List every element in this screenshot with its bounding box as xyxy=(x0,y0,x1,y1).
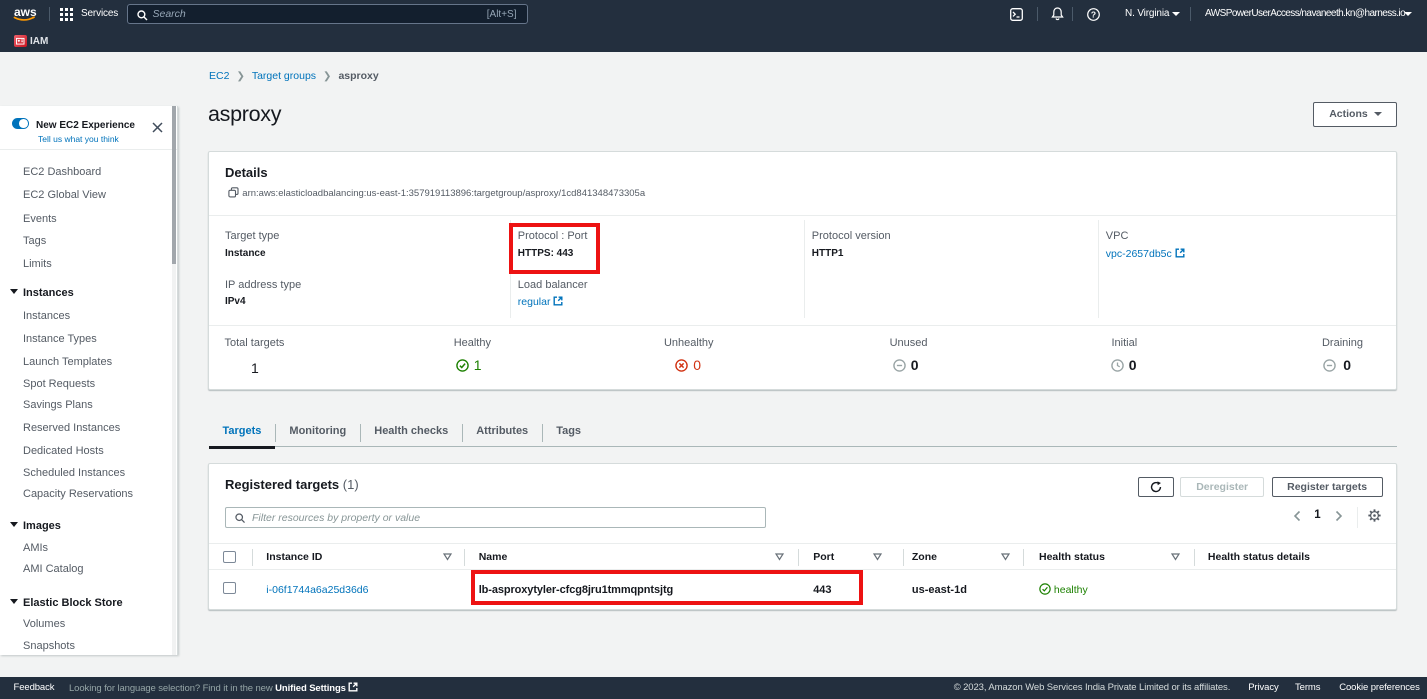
svg-text:?: ? xyxy=(1091,9,1096,19)
